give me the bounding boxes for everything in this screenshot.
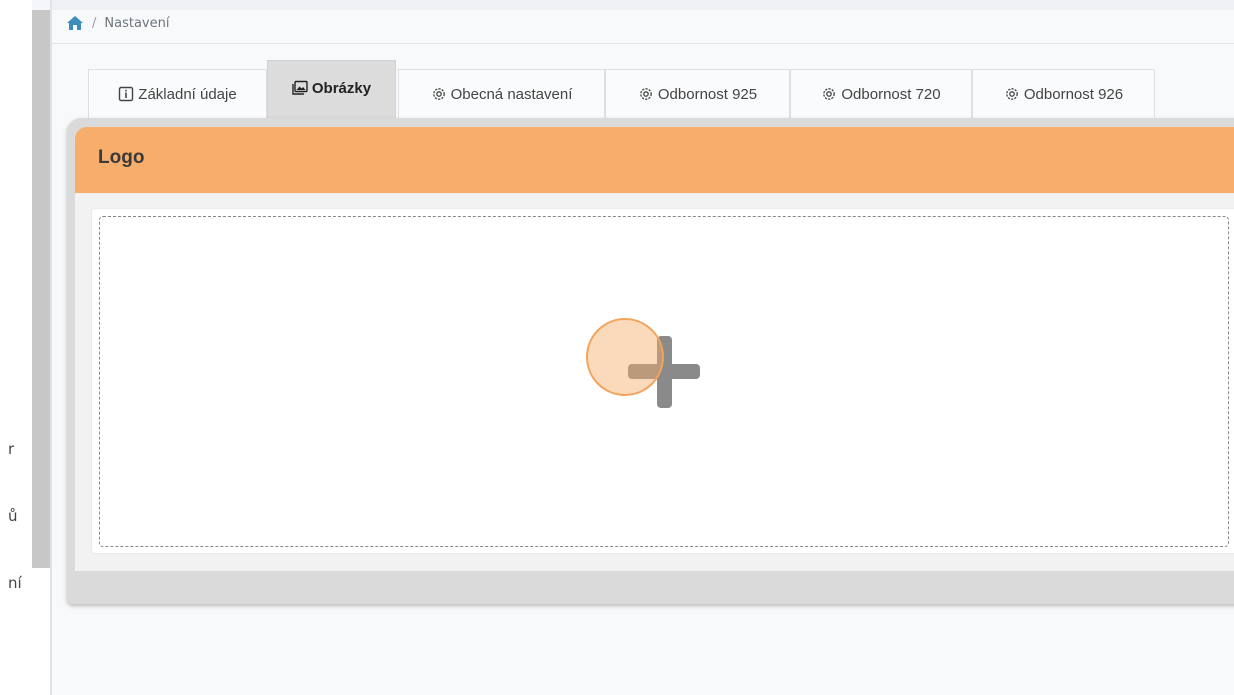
click-indicator bbox=[586, 318, 664, 396]
home-icon[interactable] bbox=[66, 15, 84, 31]
breadcrumb-current: Nastavení bbox=[104, 15, 170, 31]
tab-label: Obecná nastavení bbox=[450, 85, 573, 103]
tab-obrazky[interactable]: Obrázky bbox=[267, 60, 396, 118]
gear-icon bbox=[432, 88, 445, 100]
card-header bbox=[75, 127, 1234, 194]
divider bbox=[50, 0, 52, 695]
sidebar-item-fragment[interactable]: ů bbox=[8, 507, 18, 525]
breadcrumb-separator: / bbox=[92, 15, 97, 31]
tab-odbornost-720[interactable]: Odbornost 720 bbox=[790, 69, 972, 118]
gear-icon bbox=[1006, 88, 1018, 100]
gear-icon bbox=[640, 88, 652, 100]
gear-icon bbox=[823, 88, 836, 100]
tab-zakladni-udaje[interactable]: Základní údaje bbox=[88, 69, 267, 118]
tab-label: Odbornost 720 bbox=[841, 85, 941, 103]
tab-odbornost-925[interactable]: Odbornost 925 bbox=[605, 69, 790, 118]
breadcrumb: / Nastavení bbox=[66, 12, 169, 34]
images-icon bbox=[292, 80, 308, 95]
info-square-icon bbox=[119, 86, 134, 102]
tab-label: Odbornost 926 bbox=[1023, 85, 1124, 103]
sidebar-item-fragment[interactable]: r bbox=[8, 440, 14, 458]
top-bar bbox=[52, 0, 1234, 10]
tab-label: Obrázky bbox=[311, 80, 372, 97]
sidebar-scrollbar[interactable] bbox=[32, 10, 50, 568]
tab-obecna-nastaveni[interactable]: Obecná nastavení bbox=[398, 69, 605, 118]
sidebar-item-fragment[interactable]: ní bbox=[8, 574, 22, 592]
tab-label: Základní údaje bbox=[138, 85, 237, 103]
sidebar-scrollbar-track bbox=[32, 568, 50, 695]
breadcrumb-divider bbox=[52, 43, 1234, 44]
card-title: Logo bbox=[98, 147, 145, 168]
tab-odbornost-926[interactable]: Odbornost 926 bbox=[972, 69, 1155, 118]
tab-label: Odbornost 925 bbox=[657, 85, 758, 103]
